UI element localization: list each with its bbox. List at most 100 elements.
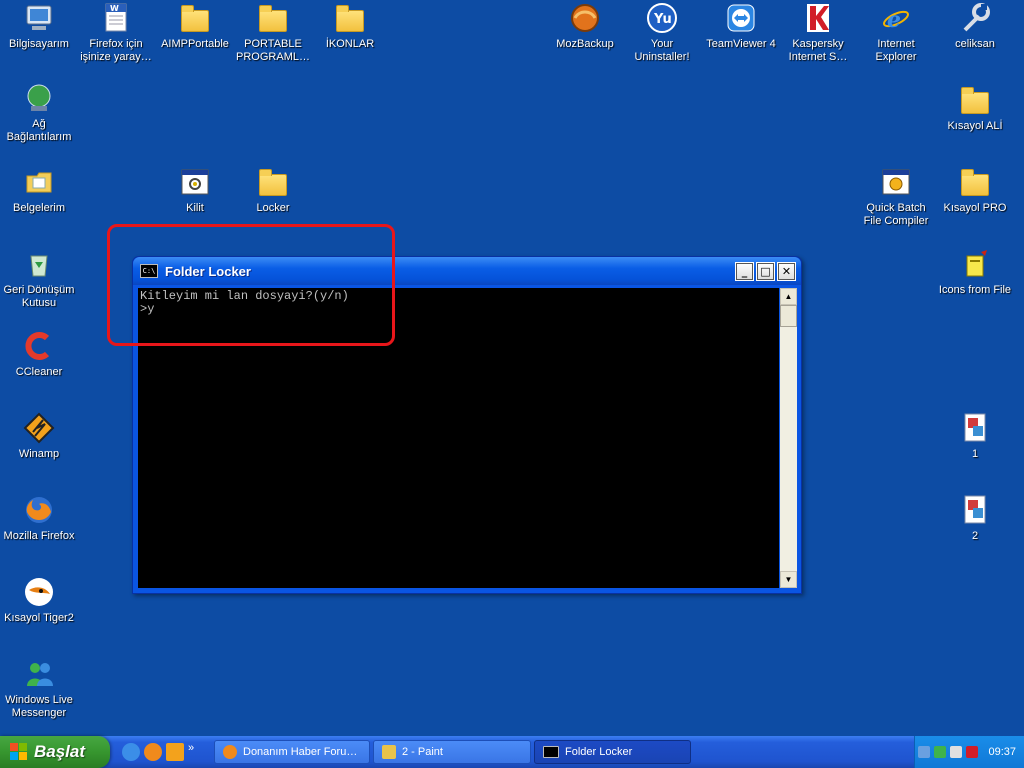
firefox-icon: [223, 745, 237, 759]
desktop: Bilgisayarım Ağ Bağlantılarım Belgelerim…: [0, 0, 1024, 736]
volume-icon[interactable]: [950, 746, 963, 758]
icon-label: TeamViewer 4: [706, 38, 776, 50]
folder-icon: [259, 169, 287, 196]
icon-label: Kilit: [186, 202, 204, 214]
icon-label: Your Uninstaller!: [634, 38, 690, 63]
network-icon: [23, 82, 55, 114]
icon-label: 2: [971, 530, 979, 542]
desktop-icon-kisayol-ali[interactable]: Kısayol ALİ: [935, 84, 1015, 133]
windows-flag-icon: [10, 743, 28, 761]
winamp-icon[interactable]: [166, 743, 184, 761]
recycle-bin-icon: [23, 248, 55, 280]
clock[interactable]: 09:37: [988, 746, 1016, 758]
desktop-icon-kilit[interactable]: Kilit: [155, 166, 235, 215]
desktop-icon-mozbackup[interactable]: MozBackup: [545, 2, 625, 51]
icon-label: Kısayol Tiger2: [4, 612, 74, 624]
desktop-icon-image-2[interactable]: 2: [935, 494, 1015, 543]
kaspersky-icon: [802, 2, 834, 34]
desktop-icon-teamviewer[interactable]: TeamViewer 4: [701, 2, 781, 51]
icon-label: PORTABLE PROGRAML…: [236, 38, 310, 63]
word-document-icon: W: [100, 2, 132, 34]
batch-compiler-icon: [880, 166, 912, 198]
icon-label: MozBackup: [556, 38, 614, 50]
icon-label: 1: [971, 448, 979, 460]
task-button-paint[interactable]: 2 - Paint: [373, 740, 531, 764]
desktop-icon-ag-baglantilarim[interactable]: Ağ Bağlantılarım: [0, 82, 79, 144]
desktop-icon-quick-batch[interactable]: Quick Batch File Compiler: [856, 166, 936, 228]
tools-icon: [959, 2, 991, 34]
desktop-icon-portable-programlar[interactable]: PORTABLE PROGRAML…: [233, 2, 313, 64]
red-highlight-box: [107, 224, 395, 346]
maximize-button[interactable]: □: [756, 262, 775, 281]
desktop-icon-ccleaner[interactable]: CCleaner: [0, 330, 79, 379]
network-tray-icon[interactable]: [918, 746, 931, 758]
desktop-icon-locker[interactable]: Locker: [233, 166, 313, 215]
desktop-icon-geri-donusum[interactable]: Geri Dönüşüm Kutusu: [0, 248, 79, 310]
system-tray: 09:37: [914, 736, 1024, 768]
icon-label: AIMPPortable: [161, 38, 229, 50]
desktop-icon-messenger[interactable]: Windows Live Messenger: [0, 658, 79, 720]
desktop-icon-your-uninstaller[interactable]: Yu Your Uninstaller!: [622, 2, 702, 64]
folder-icon: [181, 5, 209, 32]
scroll-down-button[interactable]: ▼: [780, 571, 797, 588]
icon-label: Kısayol ALİ: [947, 120, 1003, 132]
desktop-icon-internet-explorer[interactable]: e Internet Explorer: [856, 2, 936, 64]
desktop-icon-firefox-doc[interactable]: W Firefox için işinize yaray…: [76, 2, 156, 64]
start-label: Başlat: [34, 742, 86, 761]
desktop-icon-image-1[interactable]: 1: [935, 412, 1015, 461]
winamp-icon: [23, 412, 55, 444]
tiger-icon: [23, 576, 55, 608]
svg-text:Yu: Yu: [653, 12, 672, 27]
desktop-icon-tiger2[interactable]: Kısayol Tiger2: [0, 576, 79, 625]
desktop-icon-belgelerim[interactable]: Belgelerim: [0, 166, 79, 215]
internet-explorer-icon[interactable]: [122, 743, 140, 761]
icon-label: Mozilla Firefox: [3, 530, 75, 542]
quick-launch: »: [122, 742, 194, 761]
antivirus-tray-icon[interactable]: [966, 746, 979, 758]
minimize-button[interactable]: _: [735, 262, 754, 281]
task-label: Donanım Haber Foru…: [243, 746, 358, 758]
desktop-icon-firefox[interactable]: Mozilla Firefox: [0, 494, 79, 543]
icon-label: Bilgisayarım: [9, 38, 69, 50]
computer-icon: [23, 2, 55, 34]
icon-label: celiksan: [955, 38, 995, 50]
teamviewer-icon: [725, 2, 757, 34]
batch-file-icon: [179, 166, 211, 198]
folder-icon: [336, 5, 364, 32]
desktop-icon-bilgisayarim[interactable]: Bilgisayarım: [0, 2, 79, 51]
icons-from-file-icon: [959, 248, 991, 280]
icon-label: Belgelerim: [13, 202, 65, 214]
folder-icon: [961, 169, 989, 196]
more-arrows-icon[interactable]: »: [188, 742, 194, 754]
folder-icon: [961, 87, 989, 114]
icon-label: Quick Batch File Compiler: [863, 202, 929, 227]
svg-text:e: e: [887, 7, 901, 33]
icon-label: Winamp: [18, 448, 60, 460]
icon-label: Kısayol PRO: [943, 202, 1007, 214]
console-icon: [543, 746, 559, 758]
desktop-icon-winamp[interactable]: Winamp: [0, 412, 79, 461]
desktop-icon-kaspersky[interactable]: Kaspersky Internet S…: [778, 2, 858, 64]
icon-label: Ağ Bağlantılarım: [6, 118, 72, 143]
task-button-donanim-haber[interactable]: Donanım Haber Foru…: [214, 740, 370, 764]
scroll-up-button[interactable]: ▲: [780, 288, 797, 305]
desktop-icon-kisayol-pro[interactable]: Kısayol PRO: [935, 166, 1015, 215]
task-button-folder-locker[interactable]: Folder Locker: [534, 740, 691, 764]
svg-text:W: W: [110, 4, 119, 13]
task-label: 2 - Paint: [402, 746, 443, 758]
desktop-icon-aimpportable[interactable]: AIMPPortable: [155, 2, 235, 51]
start-button[interactable]: Başlat: [0, 736, 110, 768]
desktop-icon-ikonlar[interactable]: İKONLAR: [310, 2, 390, 51]
documents-folder-icon: [23, 166, 55, 198]
task-label: Folder Locker: [565, 746, 633, 758]
desktop-icon-celiksan[interactable]: celiksan: [935, 2, 1015, 51]
firefox-icon[interactable]: [144, 743, 162, 761]
folder-icon: [259, 5, 287, 32]
desktop-icon-icons-from-file[interactable]: Icons from File: [935, 248, 1015, 297]
safely-remove-tray-icon[interactable]: [934, 746, 947, 758]
close-button[interactable]: ✕: [777, 262, 796, 281]
vertical-scrollbar[interactable]: ▲ ▼: [780, 288, 797, 588]
image-file-icon: [959, 412, 991, 444]
icon-label: Geri Dönüşüm Kutusu: [3, 284, 75, 309]
scroll-thumb[interactable]: [780, 305, 797, 327]
